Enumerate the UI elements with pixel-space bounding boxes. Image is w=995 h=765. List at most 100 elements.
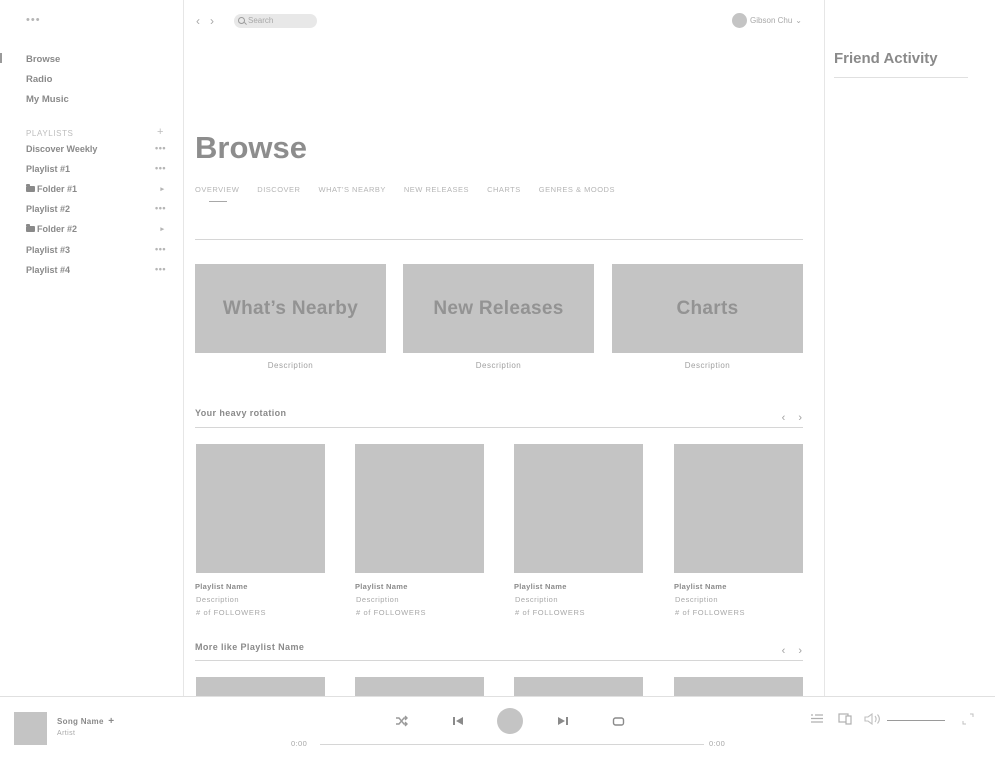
playlist-label: Playlist #2 (26, 204, 71, 214)
playlist-item[interactable]: Playlist #4 ••• (26, 264, 168, 279)
volume-button[interactable] (864, 712, 882, 728)
add-to-library-button[interactable]: + (108, 716, 114, 727)
back-button[interactable]: ‹ (196, 14, 200, 28)
folder-label: Folder #2 (37, 224, 78, 234)
carousel-prev-button[interactable]: ‹ (782, 412, 786, 424)
divider (195, 239, 803, 240)
playlist-name[interactable]: Playlist Name (674, 582, 727, 591)
tab-discover[interactable]: DISCOVER (257, 185, 300, 194)
playlist-label: Discover Weekly (26, 144, 98, 154)
playlist-cover[interactable] (196, 677, 325, 696)
tab-genres-moods[interactable]: GENRES & MOODS (539, 185, 615, 194)
playlist-cover[interactable] (196, 444, 325, 573)
playlist-followers: # of FOLLOWERS (675, 608, 746, 617)
user-menu[interactable]: Gibson Chu ⌄ (732, 13, 802, 29)
playlist-label: Playlist #1 (26, 164, 71, 174)
section-title: Your heavy rotation (195, 408, 287, 418)
friend-activity-panel: Friend Activity (824, 0, 995, 696)
tile-whats-nearby[interactable]: What’s Nearby (195, 264, 386, 353)
tab-whats-nearby[interactable]: WHAT'S NEARBY (318, 185, 385, 194)
carousel-nav: ‹ › (769, 412, 802, 424)
album-art[interactable] (14, 712, 47, 745)
play-button[interactable] (497, 708, 523, 734)
user-name: Gibson Chu (750, 16, 793, 25)
skip-back-icon (453, 717, 463, 725)
nav-radio[interactable]: Radio (26, 74, 52, 85)
search-input[interactable]: Search (234, 14, 317, 28)
nav-my-music[interactable]: My Music (26, 94, 69, 105)
nav-browse[interactable]: Browse (26, 54, 60, 65)
shuffle-button[interactable] (394, 714, 410, 728)
search-icon (238, 17, 245, 24)
elapsed-time: 0:00 (291, 739, 308, 748)
artist-name[interactable]: Artist (57, 730, 75, 737)
playlist-cover[interactable] (355, 444, 484, 573)
folder-icon (26, 184, 35, 192)
more-options-button[interactable]: ••• (155, 244, 166, 254)
devices-button[interactable] (838, 713, 853, 728)
playlist-description: Description (356, 595, 400, 604)
carousel-next-button[interactable]: › (798, 645, 802, 657)
playlist-item[interactable]: Playlist #2 ••• (26, 203, 168, 218)
queue-icon (811, 714, 823, 723)
player-bar: Song Name + Artist 0:00 0:00 (0, 696, 995, 765)
playlist-name[interactable]: Playlist Name (195, 582, 248, 591)
song-name[interactable]: Song Name (57, 717, 104, 726)
playlist-name[interactable]: Playlist Name (514, 582, 567, 591)
add-playlist-button[interactable]: + (157, 126, 163, 138)
more-options-button[interactable]: ••• (155, 163, 166, 173)
previous-button[interactable] (450, 714, 466, 728)
tab-charts[interactable]: CHARTS (487, 185, 521, 194)
folder-icon (26, 224, 35, 232)
repeat-button[interactable] (610, 714, 626, 728)
skip-forward-icon (558, 717, 568, 725)
playlist-item[interactable]: Playlist #1 ••• (26, 163, 168, 178)
active-tab-underline (209, 201, 227, 202)
playlist-cover[interactable] (674, 444, 803, 573)
expand-arrow-icon[interactable]: ▸ (160, 225, 164, 233)
expand-arrow-icon[interactable]: ▸ (160, 185, 164, 193)
playlist-cover[interactable] (674, 677, 803, 696)
active-nav-indicator (0, 53, 2, 63)
playlist-followers: # of FOLLOWERS (515, 608, 586, 617)
now-playing-song: Song Name + (57, 716, 114, 727)
tile-charts[interactable]: Charts (612, 264, 803, 353)
playlists-header: PLAYLISTS (26, 129, 74, 138)
playlist-description: Description (675, 595, 719, 604)
playlist-description: Description (196, 595, 240, 604)
queue-button[interactable] (810, 713, 824, 727)
shuffle-icon (396, 715, 408, 727)
tile-new-releases[interactable]: New Releases (403, 264, 594, 353)
friend-activity-title: Friend Activity (834, 50, 938, 67)
browse-tabs: OVERVIEW DISCOVER WHAT'S NEARBY NEW RELEASE… (195, 185, 633, 194)
playlist-followers: # of FOLLOWERS (356, 608, 427, 617)
playlist-cover[interactable] (355, 677, 484, 696)
forward-button[interactable]: › (210, 14, 214, 28)
playlist-followers: # of FOLLOWERS (196, 608, 267, 617)
tab-overview[interactable]: OVERVIEW (195, 185, 239, 194)
expand-icon (962, 713, 974, 725)
playlist-item[interactable]: Discover Weekly ••• (26, 143, 168, 158)
tile-description: Description (267, 361, 314, 370)
divider (834, 77, 968, 78)
avatar (732, 13, 748, 29)
volume-slider[interactable] (887, 720, 945, 721)
more-options-button[interactable]: ••• (155, 143, 166, 153)
carousel-prev-button[interactable]: ‹ (782, 645, 786, 657)
next-button[interactable] (555, 714, 571, 728)
fullscreen-button[interactable] (962, 713, 974, 728)
more-options-button[interactable]: ••• (155, 203, 166, 213)
playlist-cover[interactable] (514, 444, 643, 573)
progress-bar[interactable] (320, 744, 704, 745)
folder-item[interactable]: Folder #1 ▸ (26, 184, 168, 198)
more-options-button[interactable]: ••• (155, 264, 166, 274)
folder-label: Folder #1 (37, 184, 78, 194)
carousel-next-button[interactable]: › (798, 412, 802, 424)
playlist-label: Playlist #4 (26, 265, 71, 275)
playlist-cover[interactable] (514, 677, 643, 696)
folder-item[interactable]: Folder #2 ▸ (26, 224, 168, 238)
playlist-name[interactable]: Playlist Name (355, 582, 408, 591)
tab-new-releases[interactable]: NEW RELEASES (404, 185, 469, 194)
sidebar-menu-button[interactable]: ••• (26, 14, 41, 26)
playlist-item[interactable]: Playlist #3 ••• (26, 244, 168, 259)
